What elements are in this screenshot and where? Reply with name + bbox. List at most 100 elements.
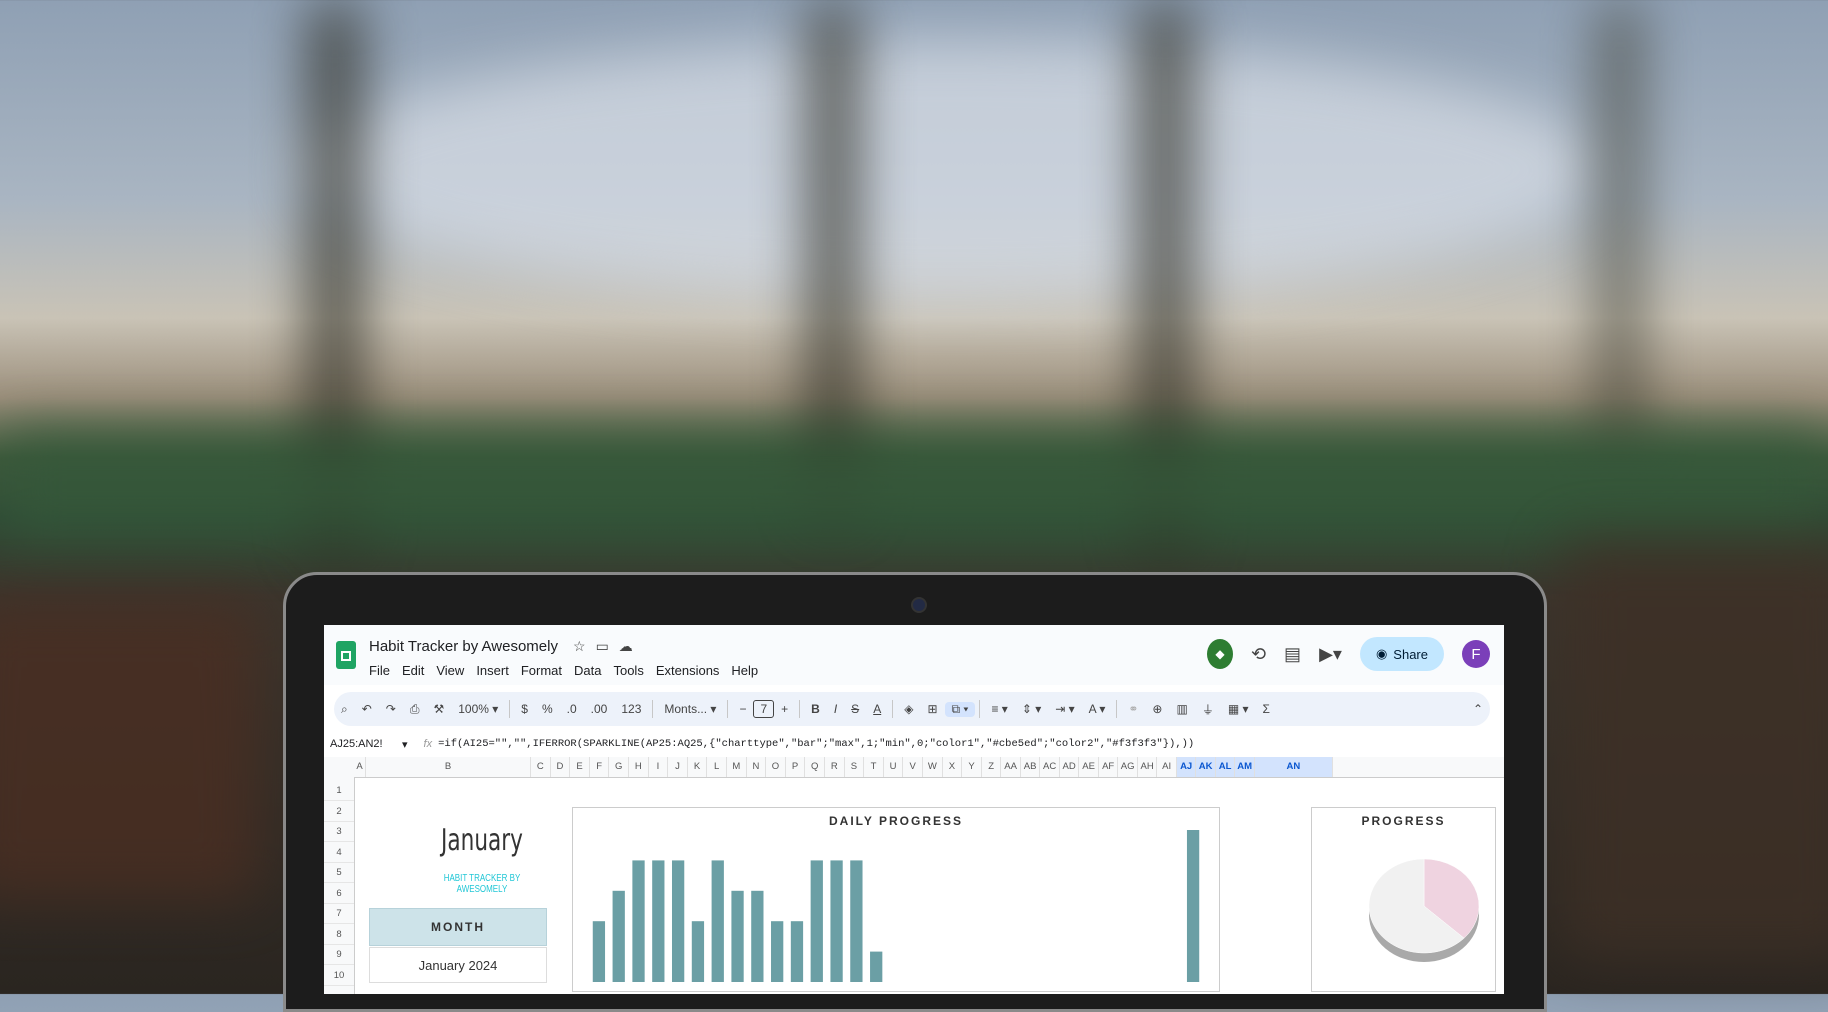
bold-button[interactable]: B [804,702,827,716]
insert-link-icon[interactable]: ⚭ [1121,702,1145,716]
menu-extensions[interactable]: Extensions [656,663,720,678]
column-header-af[interactable]: AF [1099,757,1119,777]
redo-icon[interactable]: ↷ [379,702,403,716]
row-header-4[interactable]: 4 [324,843,354,863]
column-header-m[interactable]: M [727,757,747,777]
column-header-j[interactable]: J [668,757,688,777]
search-menus-icon[interactable]: ⌕ [334,702,355,717]
more-formats-button[interactable]: 123 [614,702,648,716]
column-header-k[interactable]: K [688,757,708,777]
column-header-z[interactable]: Z [982,757,1002,777]
document-title[interactable]: Habit Tracker by Awesomely [369,638,558,655]
column-header-ah[interactable]: AH [1138,757,1158,777]
column-header-aa[interactable]: AA [1001,757,1021,777]
column-header-t[interactable]: T [864,757,884,777]
column-header-g[interactable]: G [609,757,629,777]
functions-button[interactable]: Σ [1256,702,1277,716]
column-header-f[interactable]: F [590,757,610,777]
meet-video-icon[interactable]: ▶▾ [1319,644,1342,665]
menu-format[interactable]: Format [521,663,562,678]
cloud-status-icon[interactable]: ☁ [619,638,633,655]
zoom-select[interactable]: 100% ▾ [451,702,505,716]
column-header-a[interactable]: A [354,757,366,777]
column-header-c[interactable]: C [531,757,551,777]
text-wrapping-icon[interactable]: ⇥ ▾ [1048,702,1081,716]
extension-gem-icon[interactable]: ◆ [1206,639,1233,669]
menu-insert[interactable]: Insert [476,663,509,678]
font-size-input[interactable]: 7 [753,700,775,718]
month-header-cell[interactable]: MONTH [369,908,547,946]
column-header-u[interactable]: U [884,757,904,777]
column-header-l[interactable]: L [707,757,727,777]
column-header-e[interactable]: E [570,757,590,777]
font-select[interactable]: Monts... ▾ [657,702,723,716]
sheets-logo-icon[interactable] [336,641,356,669]
filter-views-icon[interactable]: ▦ ▾ [1221,702,1256,716]
row-header-3[interactable]: 3 [324,822,354,842]
text-rotation-icon[interactable]: A ▾ [1082,702,1113,716]
vertical-align-icon[interactable]: ⇕ ▾ [1015,702,1048,716]
menu-help[interactable]: Help [731,663,758,678]
column-header-s[interactable]: S [845,757,865,777]
column-header-ai[interactable]: AI [1157,757,1177,777]
italic-button[interactable]: I [827,702,844,716]
insert-comment-icon[interactable]: ⊕ [1145,702,1169,716]
star-icon[interactable]: ☆ [573,638,586,655]
row-header-7[interactable]: 7 [324,904,354,924]
fill-color-icon[interactable]: ◈ [897,702,920,716]
row-header-1[interactable]: 1 [324,781,354,801]
borders-icon[interactable]: ⊞ [920,702,944,716]
strikethrough-button[interactable]: S [844,702,866,716]
row-header-8[interactable]: 8 [324,925,354,945]
column-header-i[interactable]: I [649,757,669,777]
merge-cells-icon[interactable]: ⧉ ▾ [944,701,976,717]
undo-icon[interactable]: ↶ [355,702,379,716]
share-button[interactable]: ◉ Share [1359,637,1444,671]
name-box[interactable]: AJ25:AN2! [324,738,402,750]
row-header-10[interactable]: 10 [324,966,354,986]
column-header-v[interactable]: V [903,757,923,777]
column-header-p[interactable]: P [786,757,806,777]
menu-data[interactable]: Data [574,663,601,678]
progress-chart[interactable]: PROGRESS [1311,807,1496,992]
font-size-decrease-button[interactable]: − [732,702,753,716]
column-header-ag[interactable]: AG [1118,757,1138,777]
formula-input[interactable]: =if(AI25="","",IFERROR(SPARKLINE(AP25:AQ… [438,738,1194,750]
column-header-al[interactable]: AL [1215,757,1236,777]
daily-progress-chart[interactable]: DAILY PROGRESS [572,807,1220,992]
column-header-n[interactable]: N [747,757,767,777]
column-header-ac[interactable]: AC [1040,757,1060,777]
column-header-aj[interactable]: AJ [1176,757,1197,777]
row-header-5[interactable]: 5 [324,863,354,883]
menu-view[interactable]: View [436,663,464,678]
print-icon[interactable]: ⎙ [403,702,427,717]
percent-format-button[interactable]: % [535,702,560,716]
column-header-w[interactable]: W [923,757,943,777]
comments-icon[interactable]: ▤ [1284,644,1301,665]
column-header-ab[interactable]: AB [1021,757,1041,777]
column-header-y[interactable]: Y [962,757,982,777]
column-header-h[interactable]: H [629,757,649,777]
increase-decimal-button[interactable]: .00 [584,702,615,716]
column-header-ad[interactable]: AD [1060,757,1080,777]
column-header-o[interactable]: O [766,757,786,777]
text-color-button[interactable]: A [866,702,888,716]
column-header-b[interactable]: B [366,757,531,777]
name-box-dropdown-icon[interactable]: ▾ [402,738,408,751]
insert-chart-icon[interactable]: ▥ [1169,702,1194,716]
filter-icon[interactable]: ⏚ [1195,701,1221,718]
column-header-an[interactable]: AN [1254,757,1333,777]
currency-format-button[interactable]: $ [514,702,535,716]
move-folder-icon[interactable]: ▭ [596,638,609,655]
version-history-icon[interactable]: ⟲ [1251,644,1266,665]
row-header-2[interactable]: 2 [324,802,354,822]
avatar[interactable]: F [1462,640,1490,668]
row-header-6[interactable]: 6 [324,884,354,904]
menu-file[interactable]: File [369,663,390,678]
font-size-increase-button[interactable]: + [774,702,795,716]
column-header-q[interactable]: Q [805,757,825,777]
decrease-decimal-button[interactable]: .0 [560,702,584,716]
menu-edit[interactable]: Edit [402,663,424,678]
month-value-cell[interactable]: January 2024 [369,947,547,983]
menu-tools[interactable]: Tools [613,663,643,678]
